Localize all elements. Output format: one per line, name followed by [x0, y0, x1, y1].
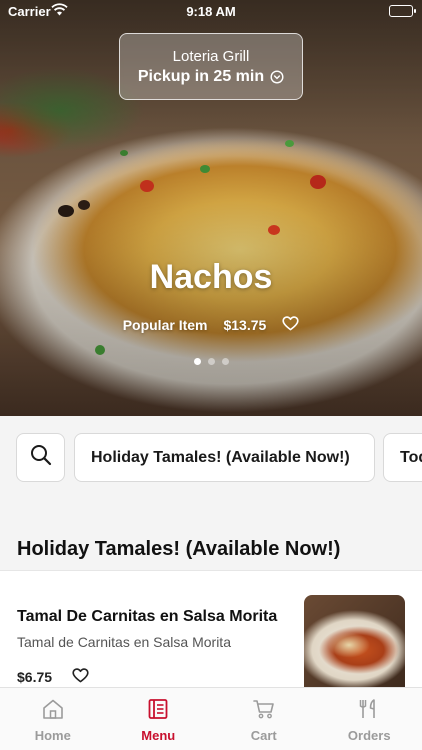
- topping-bean: [58, 205, 74, 217]
- featured-item-title: Nachos: [149, 258, 273, 296]
- topping-cilantro: [285, 140, 294, 147]
- tab-cart-label: Cart: [250, 728, 277, 743]
- battery-icon: [389, 5, 416, 17]
- carousel-page-indicator[interactable]: [0, 358, 422, 365]
- topping-tomato: [140, 180, 154, 192]
- topping-tomato: [310, 175, 326, 189]
- menu-item-title: Tamal De Carnitas en Salsa Morita: [17, 608, 278, 625]
- cart-icon: [252, 698, 276, 723]
- category-chip-next[interactable]: Tod: [383, 433, 422, 482]
- tab-orders[interactable]: Orders: [317, 688, 422, 750]
- category-chip-holiday-tamales[interactable]: Holiday Tamales! (Available Now!): [74, 433, 375, 482]
- featured-item-price: $13.75: [223, 317, 267, 333]
- clock: 9:18 AM: [186, 4, 236, 19]
- menu-icon: [147, 698, 169, 723]
- tab-menu-label: Menu: [141, 728, 176, 743]
- chevron-down-icon: [270, 70, 284, 84]
- restaurant-name: Loteria Grill: [172, 48, 250, 65]
- menu-item-description: Tamal de Carnitas en Salsa Morita: [17, 634, 231, 650]
- heart-icon[interactable]: [282, 316, 299, 334]
- popular-badge: Popular Item: [122, 317, 208, 333]
- status-bar: Carrier 9:18 AM: [0, 0, 422, 24]
- topping-tomato: [268, 225, 280, 235]
- home-icon: [41, 698, 65, 723]
- pickup-eta-label: Pickup in 25 min: [137, 68, 265, 85]
- menu-item-price: $6.75: [17, 669, 53, 685]
- page-dot[interactable]: [221, 358, 229, 365]
- tab-menu[interactable]: Menu: [106, 688, 212, 750]
- featured-item-meta: Popular Item $13.75: [0, 316, 422, 334]
- search-icon: [30, 444, 52, 471]
- page-dot[interactable]: [193, 358, 201, 365]
- section-title: Holiday Tamales! (Available Now!): [17, 538, 341, 560]
- page-dot[interactable]: [207, 358, 215, 365]
- favorite-heart-icon[interactable]: [72, 668, 89, 688]
- tab-cart[interactable]: Cart: [211, 688, 317, 750]
- category-bar[interactable]: Holiday Tamales! (Available Now!) Tod: [0, 416, 422, 500]
- tab-home-label: Home: [34, 728, 71, 743]
- topping-cilantro: [200, 165, 210, 173]
- pickup-selector[interactable]: Loteria Grill Pickup in 25 min: [119, 33, 303, 100]
- topping-cilantro: [120, 150, 128, 156]
- tab-orders-label: Orders: [347, 728, 391, 743]
- tab-home[interactable]: Home: [0, 688, 106, 750]
- bottom-tab-bar[interactable]: Home Menu Cart Orders: [0, 687, 422, 750]
- pickup-eta: Pickup in 25 min: [120, 68, 302, 86]
- search-button[interactable]: [16, 433, 65, 482]
- menu-item-image: [304, 595, 405, 687]
- orders-icon: [358, 698, 380, 723]
- menu-item-card[interactable]: Tamal De Carnitas en Salsa Morita Tamal …: [0, 571, 422, 687]
- topping-bean: [78, 200, 90, 210]
- hero-banner[interactable]: Carrier 9:18 AM Loteria Grill Pickup in …: [0, 0, 422, 416]
- section-header: Holiday Tamales! (Available Now!): [0, 500, 422, 570]
- topping-cilantro: [95, 345, 105, 355]
